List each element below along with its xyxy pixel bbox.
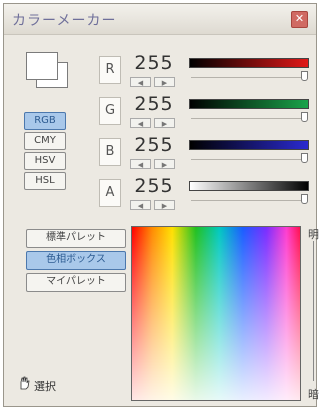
hand-icon[interactable] — [18, 376, 30, 390]
channel-r-slider-track[interactable] — [191, 77, 307, 78]
channel-a-label: A — [99, 179, 121, 207]
color-maker-window: カラーメーカー ✕ RGB CMY HSV HSL R 255 ◀ ▶ G 25… — [3, 3, 319, 407]
standard-palette-button[interactable]: 標準パレット — [26, 229, 126, 248]
brightness-scale[interactable] — [313, 241, 314, 381]
mode-hsv-button[interactable]: HSV — [24, 152, 66, 170]
channel-b-slider-thumb[interactable] — [301, 153, 308, 163]
channel-g-slider-thumb[interactable] — [301, 112, 308, 122]
channel-a-stepper[interactable]: ◀ ▶ — [130, 200, 178, 210]
select-label: 選択 — [34, 380, 56, 393]
mode-cmy-button[interactable]: CMY — [24, 132, 66, 150]
decrement-icon[interactable]: ◀ — [130, 200, 151, 210]
channel-b-value[interactable]: 255 — [127, 134, 181, 156]
foreground-color-swatch[interactable] — [26, 52, 58, 80]
close-button[interactable]: ✕ — [291, 11, 308, 28]
title-bar: カラーメーカー ✕ — [4, 4, 316, 35]
decrement-icon[interactable]: ◀ — [130, 118, 151, 128]
channel-b-slider-track[interactable] — [191, 159, 307, 160]
channel-g-value[interactable]: 255 — [127, 93, 181, 115]
channel-a-gradient[interactable] — [189, 181, 309, 191]
window-title: カラーメーカー — [12, 13, 117, 29]
channel-r-gradient[interactable] — [189, 58, 309, 68]
channel-b-gradient[interactable] — [189, 140, 309, 150]
hue-box-palette[interactable] — [131, 226, 301, 401]
increment-icon[interactable]: ▶ — [154, 77, 175, 87]
channel-r-value[interactable]: 255 — [127, 52, 181, 74]
increment-icon[interactable]: ▶ — [154, 118, 175, 128]
hue-box-button[interactable]: 色相ボックス — [26, 251, 126, 270]
channel-r-stepper[interactable]: ◀ ▶ — [130, 77, 178, 87]
increment-icon[interactable]: ▶ — [154, 159, 175, 169]
mode-hsl-button[interactable]: HSL — [24, 172, 66, 190]
decrement-icon[interactable]: ◀ — [130, 159, 151, 169]
channel-r-slider-thumb[interactable] — [301, 71, 308, 81]
channel-r-label: R — [99, 56, 121, 84]
brightness-bottom-label: 暗 — [308, 388, 319, 401]
channel-a-value[interactable]: 255 — [127, 175, 181, 197]
channel-a-slider-track[interactable] — [191, 200, 307, 201]
mode-rgb-button[interactable]: RGB — [24, 112, 66, 130]
increment-icon[interactable]: ▶ — [154, 200, 175, 210]
brightness-top-label: 明 — [308, 228, 319, 241]
my-palette-button[interactable]: マイパレット — [26, 273, 126, 292]
channel-g-slider-track[interactable] — [191, 118, 307, 119]
channel-b-label: B — [99, 138, 121, 166]
channel-b-stepper[interactable]: ◀ ▶ — [130, 159, 178, 169]
channel-g-gradient[interactable] — [189, 99, 309, 109]
decrement-icon[interactable]: ◀ — [130, 77, 151, 87]
channel-a-slider-thumb[interactable] — [301, 194, 308, 204]
channel-g-stepper[interactable]: ◀ ▶ — [130, 118, 178, 128]
channel-g-label: G — [99, 97, 121, 125]
